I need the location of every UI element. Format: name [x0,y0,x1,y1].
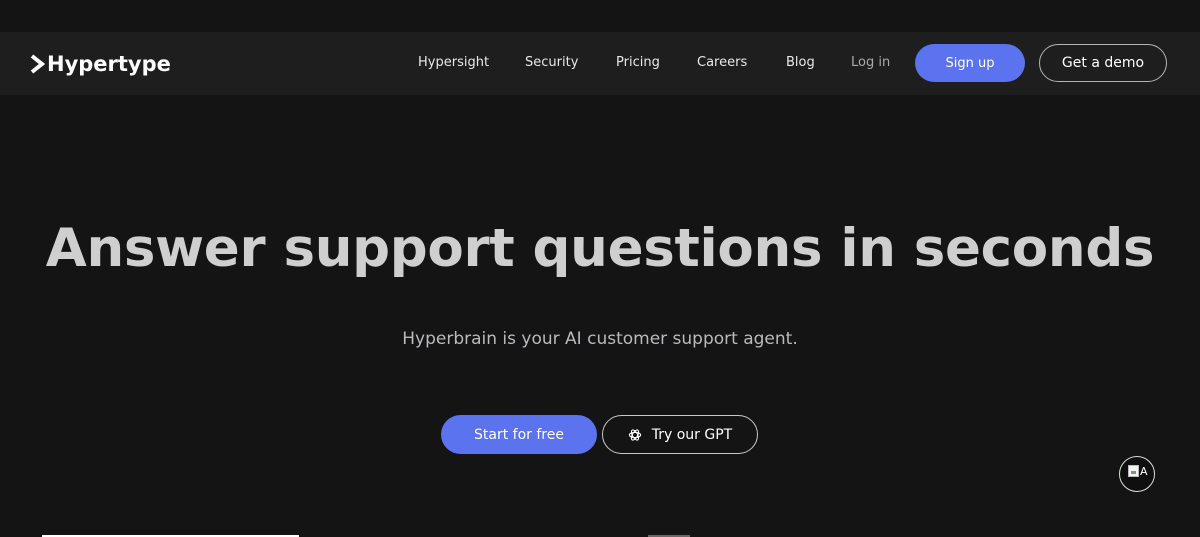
brand-name: Hypertype [47,52,171,76]
openai-knot-icon [628,428,641,441]
chat-widget-button[interactable]: A [1119,456,1155,492]
broken-image-icon [1128,465,1139,477]
start-for-free-button[interactable]: Start for free [441,415,597,454]
page: Hypertype Hypersight Security Pricing Ca… [0,0,1200,537]
chat-widget-alt-text: A [1140,465,1148,478]
brand-logo[interactable]: Hypertype [30,51,171,77]
nav-link-hypersight[interactable]: Hypersight [418,54,489,72]
login-link[interactable]: Log in [851,54,890,72]
nav-link-blog[interactable]: Blog [786,54,815,72]
hero-subtitle: Hyperbrain is your AI customer support a… [402,329,798,349]
sign-up-button[interactable]: Sign up [915,44,1025,82]
nav-link-careers[interactable]: Careers [697,54,747,72]
chevron-right-icon [30,54,46,74]
navbar: Hypertype Hypersight Security Pricing Ca… [0,32,1200,95]
try-our-gpt-label: Try our GPT [651,426,733,443]
start-for-free-label: Start for free [474,426,564,443]
hero-title: Answer support questions in seconds [45,218,1155,279]
try-our-gpt-button[interactable]: Try our GPT [602,415,758,454]
nav-link-security[interactable]: Security [525,54,578,72]
get-a-demo-button[interactable]: Get a demo [1039,44,1167,82]
nav-link-pricing[interactable]: Pricing [616,54,660,72]
